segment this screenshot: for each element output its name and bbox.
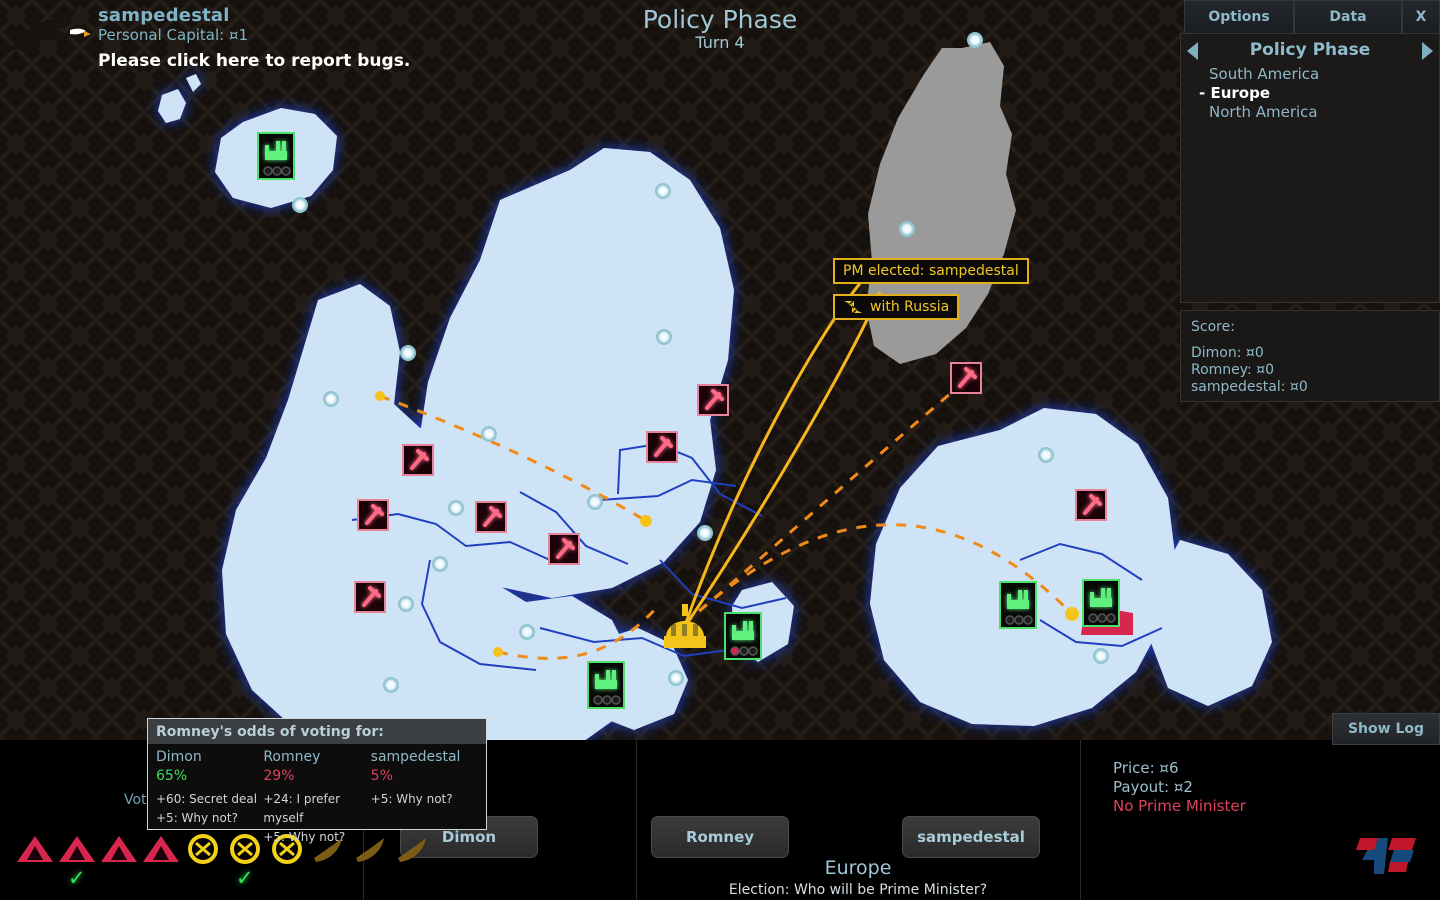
check-icon: ✓: [236, 866, 254, 890]
odds-name-dimon: Dimon: [156, 749, 202, 765]
odds-name-romney: Romney: [263, 749, 321, 765]
score-row-sampedestal: sampedestal: ¤0: [1191, 379, 1308, 395]
score-row-dimon: Dimon: ¤0: [1191, 345, 1264, 361]
tooltip-pm-elected-text: PM elected: sampedestal: [843, 263, 1019, 279]
triangle-marker-icon[interactable]: [14, 832, 56, 882]
vote-button-romney[interactable]: Romney: [651, 816, 789, 858]
payout-value: Payout: ¤2: [1113, 778, 1193, 796]
odds-reason: +5: Why not?: [156, 811, 238, 825]
military-token: [354, 581, 386, 613]
military-token: [1075, 489, 1107, 521]
odds-reason: +5: Why not?: [263, 830, 346, 844]
odds-reason: +24: I prefer myself: [263, 792, 341, 825]
eagle-icon: [10, 6, 90, 50]
military-token: [950, 362, 982, 394]
odds-tooltip-title: Romney's odds of voting for:: [148, 719, 486, 744]
tooltip-pm-elected: PM elected: sampedestal: [833, 258, 1029, 284]
odds-percent-romney: 29%: [263, 768, 295, 784]
military-token: [402, 444, 434, 476]
score-heading: Score:: [1191, 319, 1235, 335]
player-name: sampedestal: [98, 5, 230, 26]
policy-item-north-america[interactable]: North America: [1209, 103, 1439, 122]
window-tabbar: Options Data X: [1184, 0, 1440, 33]
report-bugs-link[interactable]: Please click here to report bugs.: [98, 51, 700, 71]
tooltip-with-russia-text: with Russia: [870, 299, 950, 315]
policy-panel-title: Policy Phase: [1249, 40, 1371, 60]
market-info: Price: ¤6 Payout: ¤2 No Prime Minister: [1113, 759, 1246, 816]
policy-item-south-america[interactable]: South America: [1209, 65, 1439, 84]
odds-percent-dimon: 65%: [156, 768, 188, 784]
show-log-button[interactable]: Show Log: [1332, 713, 1440, 745]
military-token: [697, 384, 729, 416]
player-header: sampedestal Personal Capital: ¤1 Please …: [0, 0, 700, 71]
odds-tooltip: Romney's odds of voting for: Dimon 65% R…: [147, 718, 487, 844]
tab-options[interactable]: Options: [1184, 0, 1294, 33]
score-panel: Score: Dimon: ¤0 Romney: ¤0 sampedestal:…: [1180, 310, 1440, 402]
close-button[interactable]: X: [1402, 0, 1440, 33]
industry-token: [999, 581, 1037, 629]
policy-phase-panel: Policy Phase South America - Europe Nort…: [1180, 33, 1440, 303]
military-token: [548, 533, 580, 565]
check-icon: ✓: [68, 866, 86, 890]
chevron-right-icon[interactable]: [1422, 42, 1433, 60]
military-token: [475, 501, 507, 533]
triangle-marker-icon[interactable]: [98, 832, 140, 882]
military-token: [646, 431, 678, 463]
vote-button-sampedestal[interactable]: sampedestal: [902, 816, 1040, 858]
tooltip-with-russia: with Russia: [833, 294, 960, 320]
odds-reason: +5: Why not?: [370, 792, 453, 806]
triangle-marker-icon[interactable]: ✓: [56, 832, 98, 890]
policy-item-europe[interactable]: - Europe: [1199, 84, 1439, 103]
odds-reason: +60: Secret deal: [156, 792, 258, 806]
chevron-left-icon[interactable]: [1187, 42, 1198, 60]
industry-token: [587, 661, 625, 709]
odds-percent-sampedestal: 5%: [370, 768, 393, 784]
personal-capital: Personal Capital: ¤1: [98, 26, 249, 44]
industry-token: [257, 132, 295, 180]
military-token: [357, 499, 389, 531]
pm-status: No Prime Minister: [1113, 797, 1246, 815]
publisher-logo: [1356, 838, 1416, 874]
industry-token: [724, 612, 762, 660]
trade-arrows-icon: [844, 301, 862, 313]
score-row-romney: Romney: ¤0: [1191, 362, 1275, 378]
odds-name-sampedestal: sampedestal: [370, 749, 461, 765]
price-value: Price: ¤6: [1113, 759, 1179, 777]
tab-data[interactable]: Data: [1294, 0, 1402, 33]
policy-region-list: South America - Europe North America: [1181, 63, 1439, 122]
industry-token: [1082, 579, 1120, 627]
